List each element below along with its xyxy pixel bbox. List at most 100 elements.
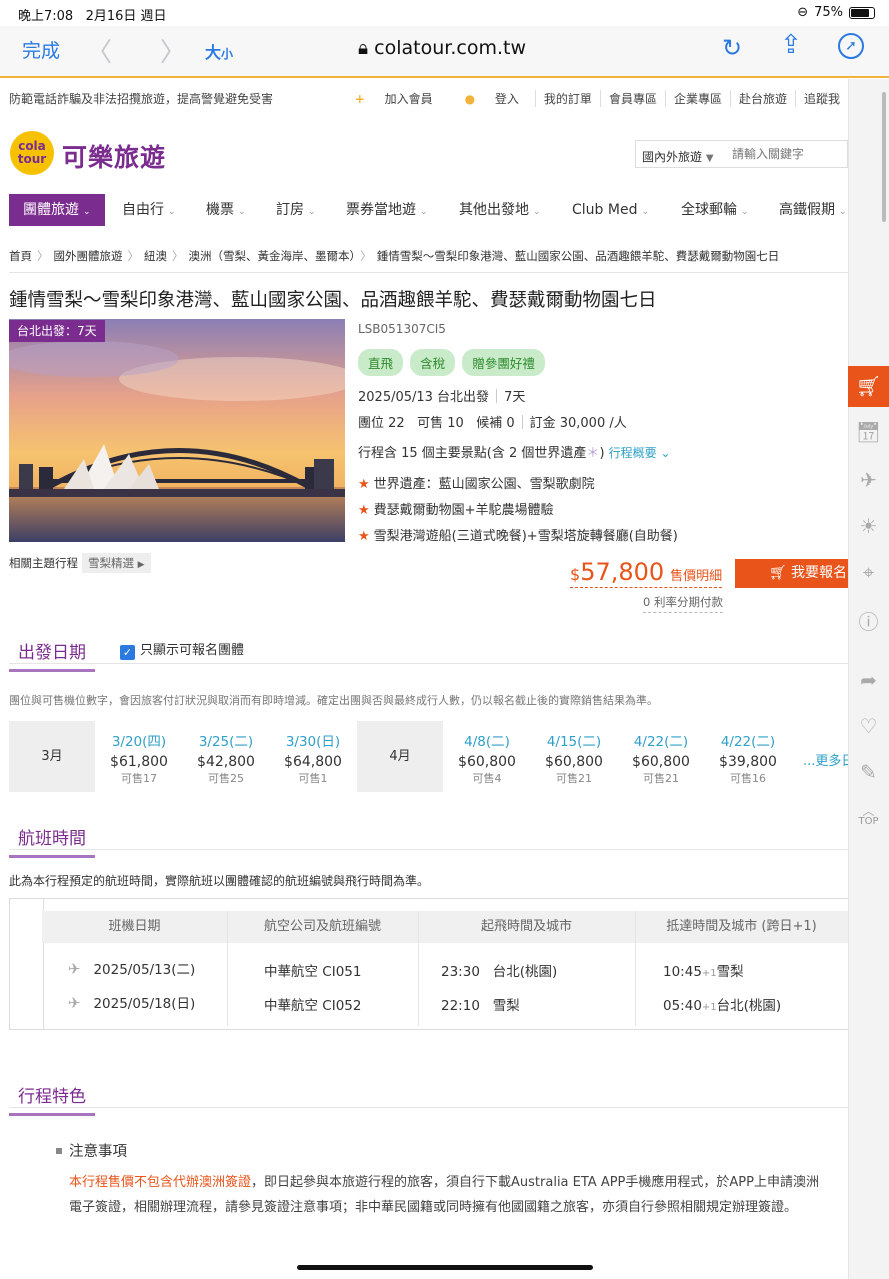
main-nav: 團體旅遊 ⌄ 自由行 ⌄ 機票 ⌄ 訂房 ⌄ 票券當地遊 ⌄ 其他出發地 ⌄ Club Me… [0,194,848,226]
flight-table-header: 班機日期 航空公司及航班編號 起飛時間及城市 抵達時間及城市 (跨日+1) [42,911,848,943]
plane-icon: ✈ [68,994,81,1012]
date-option[interactable]: 4/22(二) $39,800 可售16 [705,730,791,786]
breadcrumb-oceania[interactable]: 紐澳 [144,249,167,263]
month-april[interactable]: 4月 [357,721,443,792]
chevron-down-icon: ⌄ [308,207,316,217]
flight-row: ✈ 2025/05/13(二) [68,960,196,978]
date-option[interactable]: 3/20(四) $61,800 可售17 [96,730,182,786]
section-features: 行程特色 [9,1082,95,1116]
back-icon[interactable]: 〈 [86,32,112,69]
my-orders-link[interactable]: 我的訂單 [534,90,600,107]
done-button[interactable]: 完成 [22,36,60,63]
visa-highlight: 本行程售價不包含代辦澳洲簽證 [69,1175,252,1190]
track-link[interactable]: 追蹤我 [794,90,848,107]
nav-hotels[interactable]: 訂房 ⌄ [276,194,316,226]
battery-percent: 75% [814,5,843,20]
flight-departure: 23:30 台北(桃園) [441,964,558,980]
reload-icon[interactable]: ↻ [722,34,742,62]
flight-number: 中華航空 CI052 [264,998,362,1014]
lock-rotation-icon: ⊖ [797,5,809,20]
share-arrow-icon[interactable]: ➦ [848,668,889,692]
installment-link[interactable]: 0 利率分期付款 [643,594,723,613]
flight-note: 此為本行程預定的航班時間，實際航班以團體確認的航班編號與飛行時間為準。 [9,874,430,888]
status-date: 2月16日 週日 [85,9,167,24]
map-pin-icon[interactable]: ⌖ [848,560,889,584]
forward-icon[interactable]: 〉 [160,32,186,69]
flight-arrival: 05:40+1台北(桃園) [663,998,782,1014]
cart-icon: 🛒︎ [769,565,787,581]
person-icon: ● [464,92,476,106]
overview-link[interactable]: 行程概要 ⌄ [609,446,671,460]
seat-info: 團位 22 可售 10 候補 0 訂金 30,000 /人 [358,412,627,431]
nav-tickets[interactable]: 票券當地遊 ⌄ [346,194,428,226]
back-to-top-button[interactable]: ︿ TOP [848,805,889,827]
related-themes: 相關主題行程 雪梨精選 ▶ [9,553,151,573]
address-bar[interactable]: 🔒︎ colatour.com.tw [358,37,526,59]
nav-other-departures[interactable]: 其他出發地 ⌄ [459,194,541,226]
date-option[interactable]: 3/30(日) $64,800 可售1 [270,730,356,786]
date-option[interactable]: 3/25(二) $42,800 可售25 [183,730,269,786]
status-time: 晚上7:08 [18,9,74,24]
plane-icon: ✈ [68,960,81,978]
tour-days: 7天 [504,390,526,405]
taiwan-travel-link[interactable]: 赴台旅遊 [729,90,795,107]
notice-title: 注意事項 [56,1140,127,1161]
heart-icon[interactable]: ♡ [848,714,889,738]
nav-cruises[interactable]: 全球郵輪 ⌄ [681,194,749,226]
notice-body: 本行程售價不包含代辦澳洲簽證，即日起參與本旅遊行程的旅客，須自行下載Austra… [69,1175,819,1215]
chevron-down-icon: ⌄ [420,207,428,217]
star-icon: ★ [358,477,370,492]
battery-icon [849,6,875,19]
more-dates-link[interactable]: ...更多日 [803,750,854,769]
scrollbar[interactable] [882,92,886,222]
breadcrumb: 首頁〉國外團體旅遊〉紐澳〉澳洲（雪梨、黃金海岸、墨爾本）〉鍾情雪梨～雪梨印象港灣… [9,249,780,263]
date-option[interactable]: 4/15(二) $60,800 可售21 [531,730,617,786]
date-option[interactable]: 4/22(二) $60,800 可售21 [618,730,704,786]
flight-number: 中華航空 CI051 [264,964,362,980]
chevron-down-icon: ⌄ [741,207,749,217]
login-link[interactable]: ● 登入 [449,90,535,107]
flight-departure: 22:10 雪梨 [441,998,520,1014]
chevron-down-icon: ⌄ [839,207,847,217]
cart-icon[interactable]: 🛒︎ [848,366,889,407]
date-option[interactable]: 4/8(二) $60,800 可售4 [444,730,530,786]
lightbulb-icon[interactable]: ☀ [848,514,889,538]
flight-arrival: 10:45+1雪梨 [663,964,744,980]
logo-text[interactable]: 可樂旅遊 [62,138,166,174]
book-button[interactable]: 🛒︎ 我要報名 [735,559,848,588]
tour-code: LSB051307CI5 [358,322,446,336]
lock-icon: 🔒︎ [358,37,369,59]
related-tag[interactable]: 雪梨精選 ▶ [82,553,151,573]
price-detail-link[interactable]: 售價明細 [670,569,722,584]
compass-icon[interactable]: ➚ [838,33,864,59]
breadcrumb-home[interactable]: 首頁 [9,249,32,263]
edit-icon[interactable]: ✎ [848,760,889,784]
tour-hero-image[interactable] [9,319,345,542]
nav-club-med[interactable]: Club Med ⌄ [572,194,649,226]
nav-flights[interactable]: 機票 ⌄ [206,194,246,226]
logo-mark[interactable]: cola tour [10,131,54,175]
font-size-button[interactable]: 大小 [205,39,233,63]
badge-direct: 直飛 [358,349,404,376]
share-icon[interactable]: ⇪ [780,30,802,60]
month-march[interactable]: 3月 [9,721,95,792]
info-icon[interactable]: ⓘ [848,606,889,635]
join-member-link[interactable]: + 加入會員 [339,90,449,107]
nav-hsr[interactable]: 高鐵假期 ⌄ [779,194,847,226]
price[interactable]: $57,800 售價明細 [570,558,723,588]
nav-group-tour[interactable]: 團體旅遊 ⌄ [9,194,105,226]
breadcrumb-australia[interactable]: 澳洲（雪梨、黃金海岸、墨爾本） [189,249,356,263]
breadcrumb-group-tours[interactable]: 國外團體旅遊 [54,249,123,263]
member-area-link[interactable]: 會員專區 [599,90,665,107]
airplane-icon[interactable]: ✈ [848,468,889,492]
nav-free-travel[interactable]: 自由行 ⌄ [122,194,176,226]
search-category-select[interactable]: 國內外旅遊 ▼ [642,148,714,165]
corporate-link[interactable]: 企業專區 [664,90,730,107]
only-open-checkbox[interactable]: ✓ 只顯示可報名團體 [120,639,244,660]
home-indicator [297,1265,593,1270]
header-date: 班機日期 [108,919,161,934]
highlight-item: ★ 費瑟戴爾動物園+羊駝農場體驗 [358,503,554,518]
chevron-down-icon: ⌄ [168,207,176,217]
search-input[interactable] [732,144,842,164]
calendar-icon[interactable]: 📅︎ [848,420,889,444]
